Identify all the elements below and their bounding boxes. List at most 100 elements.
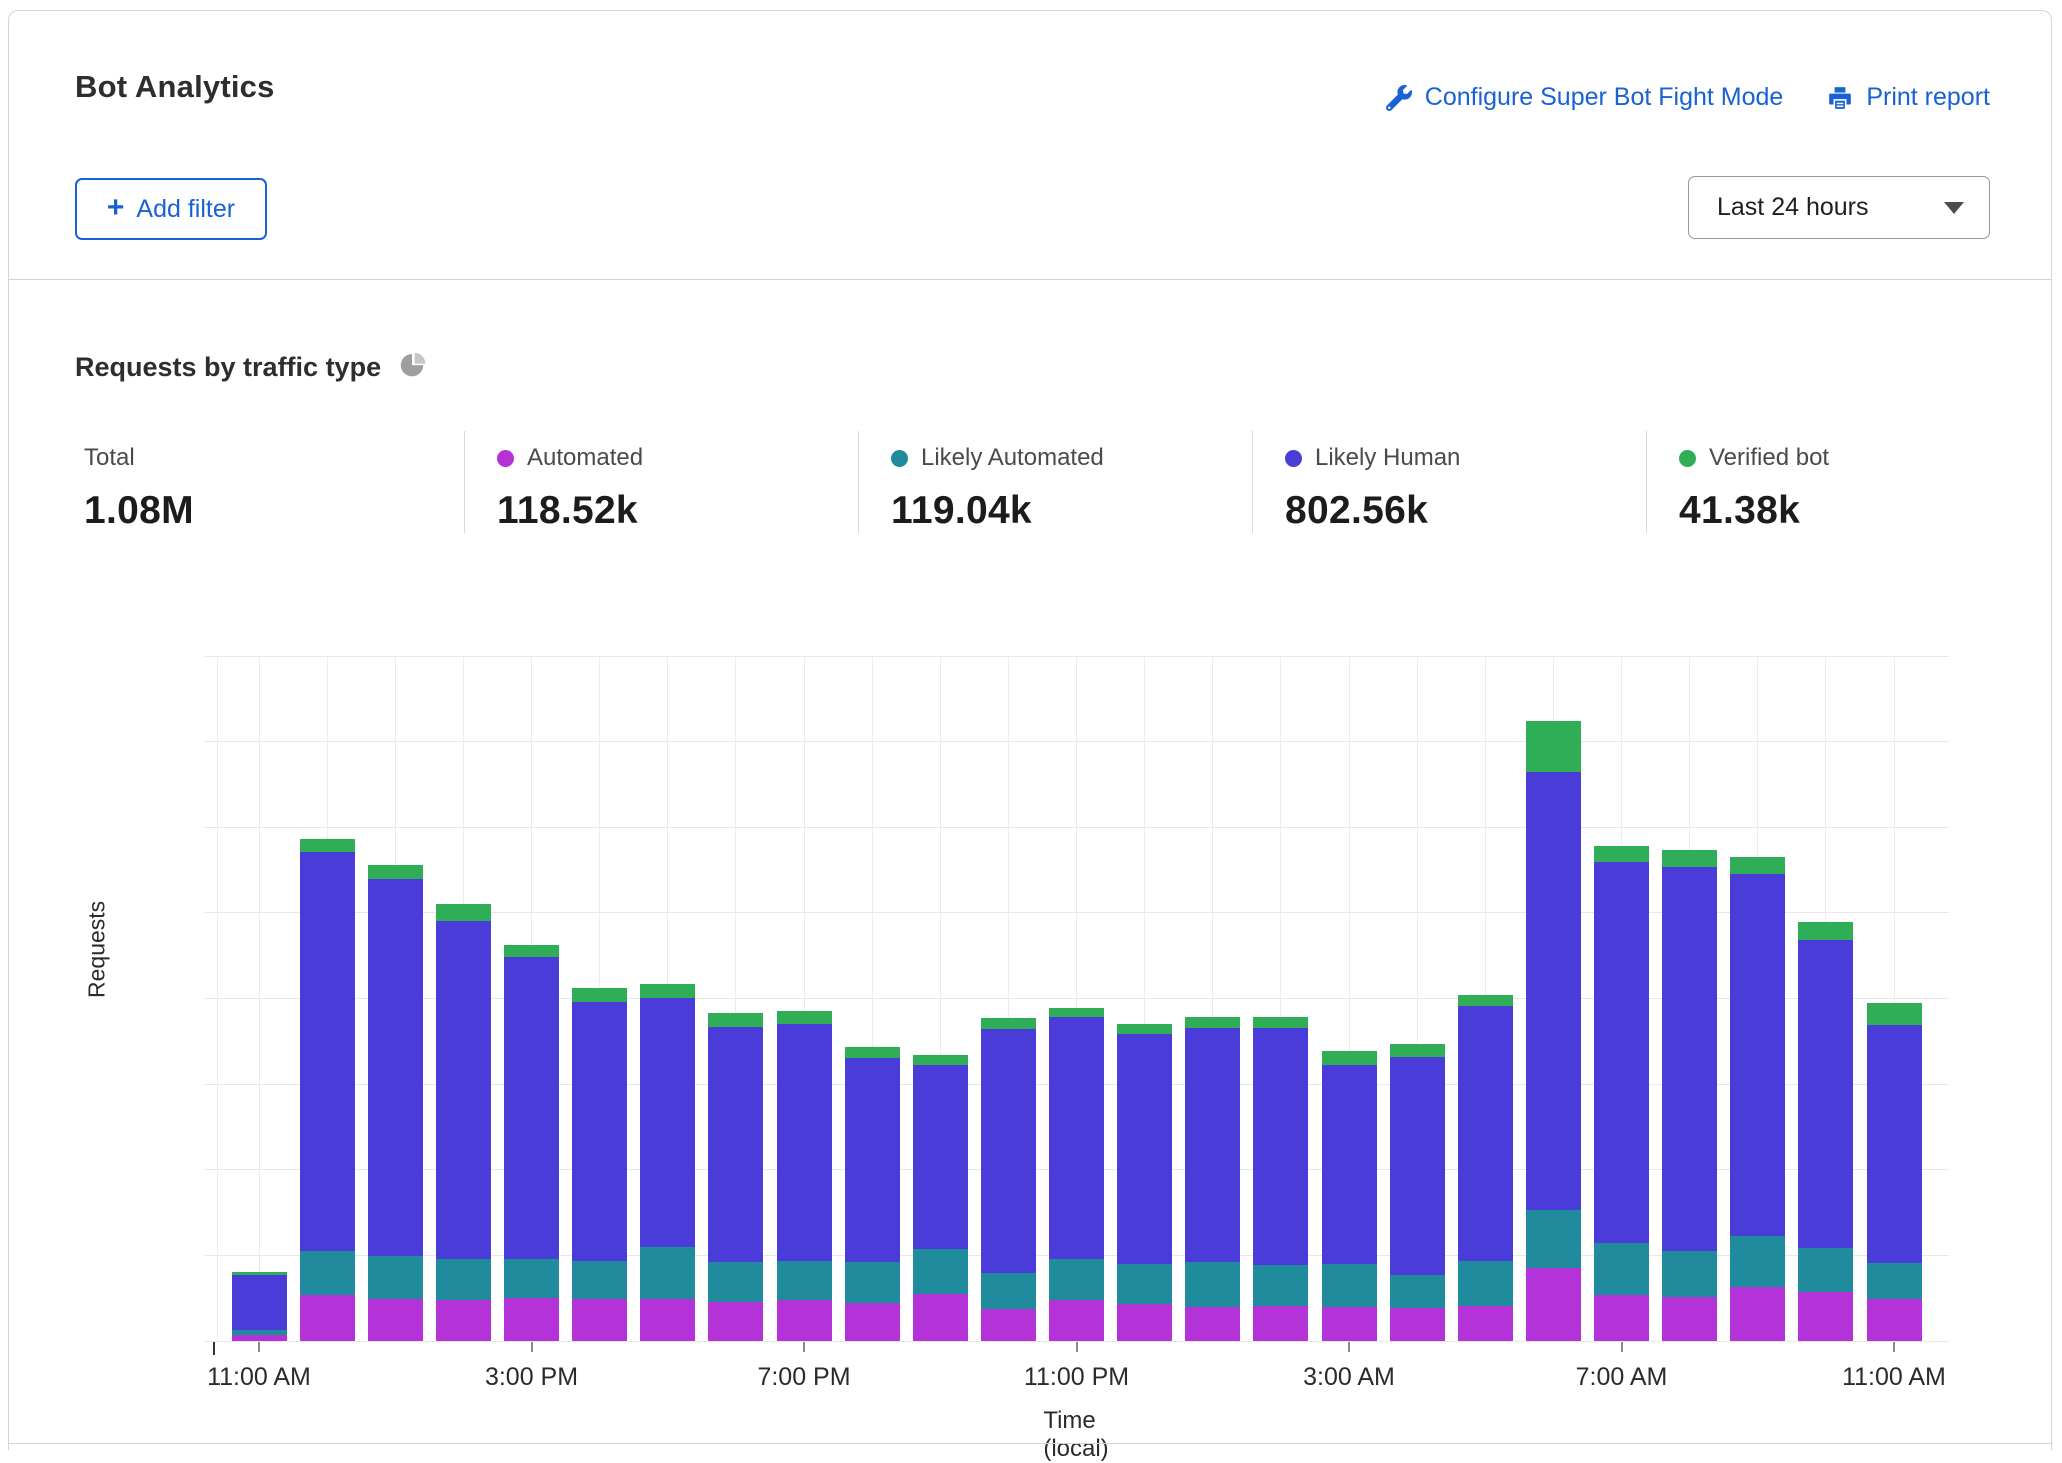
bar-segment-automated-5-00-am-18[interactable] [1458,1306,1513,1341]
bar-segment-automated-1-00-am-14[interactable] [1185,1307,1240,1341]
bar-segment-automated-9-00-pm-10[interactable] [913,1294,968,1341]
bar-segment-likely-human-2-00-am-15[interactable] [1253,1028,1308,1264]
bar-segment-automated-8-00-am-21[interactable] [1662,1297,1717,1341]
bar-segment-verified-bot-11-00-am-24[interactable] [1867,1003,1922,1025]
bar-segment-verified-bot-1-00-am-14[interactable] [1185,1017,1240,1028]
bar-segment-likely-automated-12-00-pm-1[interactable] [300,1251,355,1295]
bar-segment-likely-automated-6-00-am-19[interactable] [1526,1210,1581,1268]
bar-segment-automated-7-00-pm-8[interactable] [777,1300,832,1341]
bar-segment-likely-automated-4-00-am-17[interactable] [1390,1275,1445,1308]
bar-segment-verified-bot-7-00-am-20[interactable] [1594,846,1649,862]
bar-segment-automated-2-00-pm-3[interactable] [436,1300,491,1341]
bar-segment-verified-bot-5-00-pm-6[interactable] [640,984,695,998]
bar-segment-verified-bot-12-00-am-13[interactable] [1117,1024,1172,1033]
bar-segment-verified-bot-9-00-am-22[interactable] [1730,857,1785,873]
bar-segment-likely-human-4-00-pm-5[interactable] [572,1002,627,1261]
bar-segment-verified-bot-1-00-pm-2[interactable] [368,865,423,879]
bar-segment-verified-bot-8-00-pm-9[interactable] [845,1047,900,1058]
bar-segment-likely-automated-9-00-am-22[interactable] [1730,1236,1785,1287]
bar-segment-likely-automated-4-00-pm-5[interactable] [572,1261,627,1299]
bar-segment-automated-10-00-am-23[interactable] [1798,1292,1853,1341]
bar-segment-verified-bot-11-00-am-0[interactable] [232,1272,287,1275]
bar-segment-likely-human-11-00-pm-12[interactable] [1049,1017,1104,1258]
bar-segment-verified-bot-6-00-pm-7[interactable] [708,1013,763,1027]
bar-segment-likely-human-7-00-pm-8[interactable] [777,1024,832,1260]
bar-segment-likely-automated-2-00-am-15[interactable] [1253,1265,1308,1306]
bar-segment-likely-automated-8-00-am-21[interactable] [1662,1251,1717,1297]
bar-segment-likely-human-12-00-pm-1[interactable] [300,852,355,1251]
bar-segment-likely-human-5-00-pm-6[interactable] [640,998,695,1247]
bar-segment-likely-human-3-00-am-16[interactable] [1322,1065,1377,1264]
bar-segment-automated-11-00-pm-12[interactable] [1049,1300,1104,1341]
bar-segment-verified-bot-10-00-am-23[interactable] [1798,922,1853,940]
bar-segment-verified-bot-4-00-pm-5[interactable] [572,988,627,1002]
bar-segment-likely-human-6-00-pm-7[interactable] [708,1027,763,1262]
bar-segment-likely-human-4-00-am-17[interactable] [1390,1057,1445,1275]
bar-segment-automated-8-00-pm-9[interactable] [845,1303,900,1341]
bar-segment-likely-automated-5-00-pm-6[interactable] [640,1247,695,1299]
bar-segment-likely-automated-7-00-pm-8[interactable] [777,1261,832,1300]
bar-segment-automated-10-00-pm-11[interactable] [981,1309,1036,1341]
bar-segment-verified-bot-6-00-am-19[interactable] [1526,721,1581,772]
bar-segment-automated-3-00-am-16[interactable] [1322,1307,1377,1341]
bar-segment-automated-9-00-am-22[interactable] [1730,1287,1785,1341]
bar-segment-automated-6-00-am-19[interactable] [1526,1268,1581,1341]
bar-segment-likely-human-8-00-pm-9[interactable] [845,1058,900,1262]
bar-segment-automated-4-00-am-17[interactable] [1390,1308,1445,1341]
bar-segment-likely-automated-11-00-am-24[interactable] [1867,1263,1922,1299]
bar-segment-likely-human-11-00-am-24[interactable] [1867,1025,1922,1263]
bar-segment-automated-2-00-am-15[interactable] [1253,1306,1308,1341]
bar-segment-likely-automated-1-00-am-14[interactable] [1185,1262,1240,1307]
bar-segment-verified-bot-9-00-pm-10[interactable] [913,1055,968,1065]
bar-segment-automated-1-00-pm-2[interactable] [368,1299,423,1341]
bar-segment-likely-human-6-00-am-19[interactable] [1526,772,1581,1210]
bar-segment-verified-bot-2-00-am-15[interactable] [1253,1017,1308,1028]
bar-segment-verified-bot-5-00-am-18[interactable] [1458,995,1513,1006]
bar-segment-verified-bot-7-00-pm-8[interactable] [777,1011,832,1025]
bar-segment-likely-human-1-00-am-14[interactable] [1185,1028,1240,1263]
bar-segment-automated-7-00-am-20[interactable] [1594,1295,1649,1341]
bar-segment-likely-human-2-00-pm-3[interactable] [436,921,491,1259]
bar-segment-verified-bot-3-00-am-16[interactable] [1322,1051,1377,1066]
bar-segment-automated-4-00-pm-5[interactable] [572,1299,627,1341]
bar-segment-likely-human-12-00-am-13[interactable] [1117,1034,1172,1264]
bar-segment-likely-automated-11-00-am-0[interactable] [232,1330,287,1335]
bar-segment-likely-automated-11-00-pm-12[interactable] [1049,1259,1104,1300]
bar-segment-likely-human-9-00-pm-10[interactable] [913,1065,968,1249]
bar-segment-likely-human-11-00-am-0[interactable] [232,1275,287,1330]
bar-segment-verified-bot-3-00-pm-4[interactable] [504,945,559,958]
bar-segment-verified-bot-12-00-pm-1[interactable] [300,839,355,852]
add-filter-button[interactable]: + Add filter [75,178,267,240]
bar-segment-likely-automated-9-00-pm-10[interactable] [913,1249,968,1294]
bar-segment-automated-11-00-am-24[interactable] [1867,1299,1922,1341]
bar-segment-likely-automated-3-00-am-16[interactable] [1322,1264,1377,1307]
bar-segment-automated-12-00-am-13[interactable] [1117,1304,1172,1341]
print-report-link[interactable]: Print report [1827,83,1990,112]
bar-segment-likely-automated-10-00-pm-11[interactable] [981,1273,1036,1309]
bar-segment-likely-human-5-00-am-18[interactable] [1458,1006,1513,1260]
configure-super-bot-fight-mode-link[interactable]: Configure Super Bot Fight Mode [1386,83,1784,112]
bar-segment-verified-bot-4-00-am-17[interactable] [1390,1044,1445,1057]
time-range-select[interactable]: Last 24 hours [1688,176,1990,239]
bar-segment-likely-automated-6-00-pm-7[interactable] [708,1262,763,1302]
bar-segment-automated-11-00-am-0[interactable] [232,1335,287,1341]
bar-segment-likely-automated-2-00-pm-3[interactable] [436,1259,491,1300]
bar-segment-likely-human-10-00-pm-11[interactable] [981,1029,1036,1273]
bar-segment-verified-bot-10-00-pm-11[interactable] [981,1018,1036,1029]
bar-segment-likely-human-3-00-pm-4[interactable] [504,957,559,1258]
bar-segment-likely-human-1-00-pm-2[interactable] [368,879,423,1257]
bar-segment-likely-human-9-00-am-22[interactable] [1730,874,1785,1236]
bar-segment-automated-12-00-pm-1[interactable] [300,1295,355,1341]
bar-segment-automated-3-00-pm-4[interactable] [504,1298,559,1341]
bar-segment-likely-human-8-00-am-21[interactable] [1662,867,1717,1251]
bar-segment-likely-automated-3-00-pm-4[interactable] [504,1259,559,1298]
bar-segment-verified-bot-8-00-am-21[interactable] [1662,850,1717,867]
bar-segment-automated-6-00-pm-7[interactable] [708,1302,763,1341]
bar-segment-likely-human-10-00-am-23[interactable] [1798,940,1853,1247]
bar-segment-likely-automated-7-00-am-20[interactable] [1594,1243,1649,1294]
bar-segment-automated-5-00-pm-6[interactable] [640,1299,695,1341]
bar-segment-verified-bot-11-00-pm-12[interactable] [1049,1008,1104,1017]
bar-segment-likely-automated-8-00-pm-9[interactable] [845,1262,900,1303]
bar-segment-verified-bot-2-00-pm-3[interactable] [436,904,491,920]
bar-segment-likely-human-7-00-am-20[interactable] [1594,862,1649,1243]
